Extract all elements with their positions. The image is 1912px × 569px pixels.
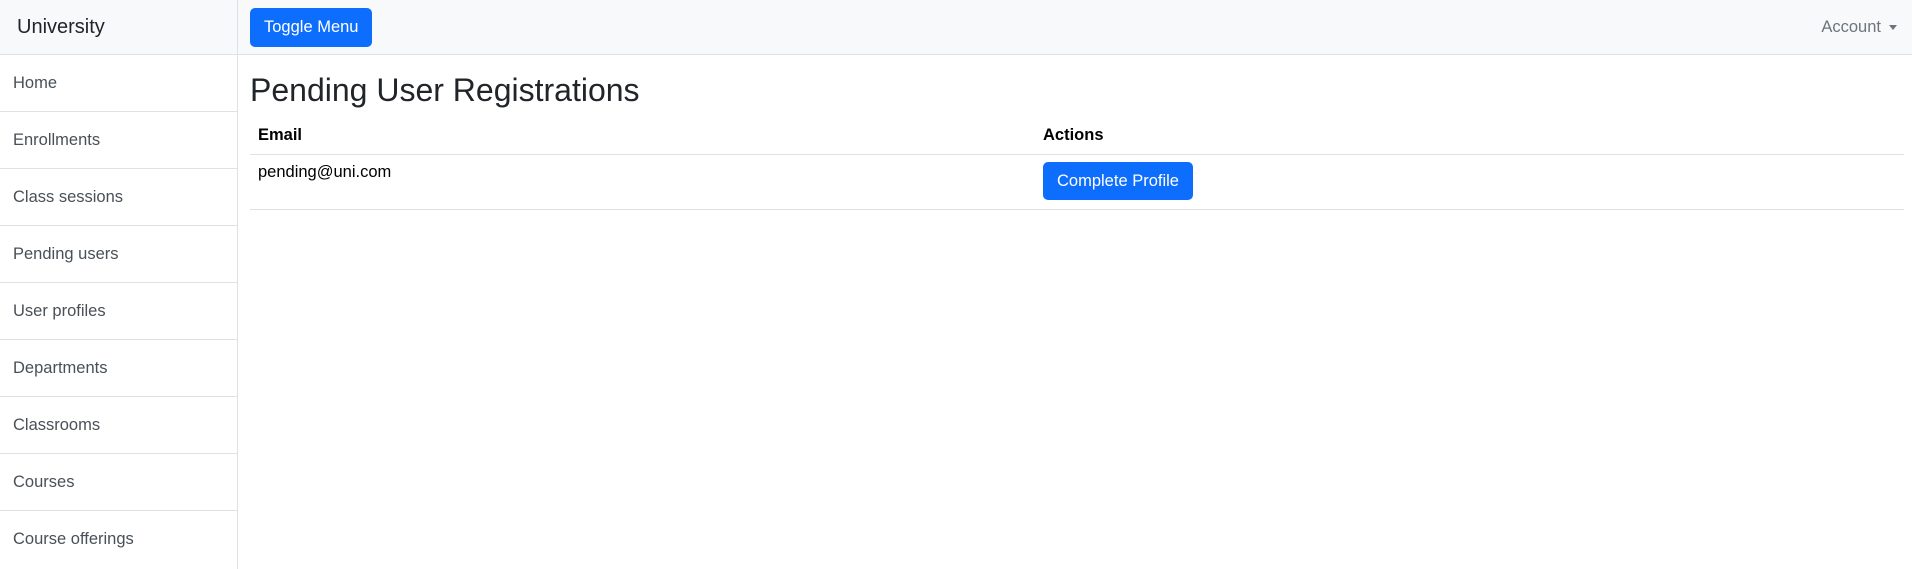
- complete-profile-button[interactable]: Complete Profile: [1043, 162, 1193, 201]
- sidebar-item-courses[interactable]: Courses: [0, 454, 237, 511]
- actions-cell: Complete Profile: [1035, 154, 1904, 211]
- sidebar-item-pending-users[interactable]: Pending users: [0, 226, 237, 283]
- sidebar-item-home[interactable]: Home: [0, 55, 237, 112]
- sidebar: University Home Enrollments Class sessio…: [0, 0, 238, 569]
- caret-down-icon: [1889, 24, 1897, 30]
- sidebar-brand: University: [0, 0, 237, 55]
- sidebar-item-departments[interactable]: Departments: [0, 340, 237, 397]
- column-header-actions: Actions: [1035, 118, 1904, 156]
- sidebar-item-class-sessions[interactable]: Class sessions: [0, 169, 237, 226]
- account-label: Account: [1821, 17, 1881, 36]
- account-dropdown[interactable]: Account: [1821, 18, 1897, 37]
- sidebar-item-user-profiles[interactable]: User profiles: [0, 283, 237, 340]
- email-cell: pending@uni.com: [250, 154, 1035, 211]
- page-content: Toggle Menu Account Pending User Registr…: [238, 0, 1912, 569]
- pending-users-table: Email Actions pending@uni.com Complete P…: [250, 118, 1904, 211]
- main-content: Pending User Registrations Email Actions…: [238, 55, 1912, 211]
- column-header-email: Email: [250, 118, 1035, 156]
- app-wrapper: University Home Enrollments Class sessio…: [0, 0, 1912, 569]
- sidebar-nav: Home Enrollments Class sessions Pending …: [0, 55, 237, 568]
- page-title: Pending User Registrations: [250, 72, 640, 108]
- table-row: pending@uni.com Complete Profile: [250, 154, 1904, 211]
- top-navbar: Toggle Menu Account: [238, 0, 1912, 55]
- table-header-row: Email Actions: [250, 118, 1904, 156]
- toggle-menu-button[interactable]: Toggle Menu: [250, 7, 373, 47]
- sidebar-item-classrooms[interactable]: Classrooms: [0, 397, 237, 454]
- sidebar-item-enrollments[interactable]: Enrollments: [0, 112, 237, 169]
- sidebar-item-course-offerings[interactable]: Course offerings: [0, 511, 237, 568]
